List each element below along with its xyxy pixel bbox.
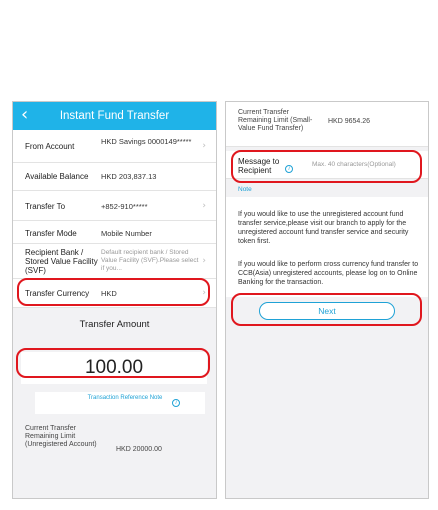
transfer-mode-value: Mobile Number bbox=[101, 229, 152, 238]
available-balance-row: Available Balance HKD 203,837.13 bbox=[13, 163, 216, 191]
transfer-to-label: Transfer To bbox=[25, 202, 66, 211]
transaction-reference-label: Transaction Reference Note bbox=[87, 395, 163, 401]
from-account-label: From Account bbox=[25, 142, 75, 151]
message-row[interactable]: Message to Recipient i Max. 40 character… bbox=[226, 151, 428, 179]
recipient-bank-select[interactable]: Default recipient bank / Stored Value Fa… bbox=[101, 249, 201, 273]
unregistered-limit-value: HKD 20000.00 bbox=[116, 446, 162, 453]
unregistered-limit-label: Current Transfer Remaining Limit (Unregi… bbox=[25, 425, 97, 448]
right-screen: Current Transfer Remaining Limit (Small-… bbox=[225, 101, 429, 499]
transfer-to-value: +852-910***** bbox=[101, 202, 148, 211]
left-screen: ‹ Instant Fund Transfer From Account HKD… bbox=[12, 101, 217, 499]
back-chevron-icon[interactable]: ‹ bbox=[21, 105, 28, 125]
info-icon[interactable]: i bbox=[285, 165, 293, 173]
note-paragraph-2: If you would like to perform cross curre… bbox=[238, 261, 419, 286]
note-heading: Note bbox=[238, 186, 252, 193]
message-input[interactable]: Max. 40 characters(Optional) bbox=[312, 161, 396, 169]
transaction-reference-field[interactable]: Transaction Reference Note i bbox=[35, 392, 205, 414]
svf-limit-label: Current Transfer Remaining Limit (Small-… bbox=[238, 109, 313, 132]
from-account-row[interactable]: From Account HKD Savings 0000149***** › bbox=[13, 130, 216, 163]
transfer-mode-row: Transfer Mode Mobile Number bbox=[13, 221, 216, 244]
chevron-right-icon: › bbox=[202, 201, 206, 211]
message-label: Message to Recipient bbox=[238, 157, 280, 175]
chevron-right-icon: › bbox=[202, 141, 206, 151]
transfer-to-row[interactable]: Transfer To +852-910***** › bbox=[13, 191, 216, 221]
available-balance-value: HKD 203,837.13 bbox=[101, 172, 157, 181]
transfer-currency-row[interactable]: Transfer Currency HKD › bbox=[13, 279, 216, 308]
chevron-right-icon: › bbox=[202, 256, 206, 266]
transfer-amount-input[interactable]: 100.00 bbox=[21, 352, 207, 384]
info-icon[interactable]: i bbox=[172, 399, 180, 407]
next-button[interactable]: Next bbox=[259, 302, 395, 320]
available-balance-label: Available Balance bbox=[25, 172, 89, 181]
note-paragraph-1: If you would like to use the unregistere… bbox=[238, 211, 409, 245]
transfer-amount-label: Transfer Amount bbox=[79, 319, 150, 330]
from-account-value: HKD Savings 0000149***** bbox=[101, 137, 192, 146]
header-bar: ‹ Instant Fund Transfer bbox=[13, 102, 216, 130]
page-title: Instant Fund Transfer bbox=[59, 110, 170, 122]
svf-limit-value: HKD 9654.26 bbox=[328, 118, 371, 125]
recipient-bank-label: Recipient Bank / Stored Value Facility (… bbox=[25, 248, 98, 275]
transfer-mode-label: Transfer Mode bbox=[25, 229, 77, 238]
transfer-currency-value: HKD bbox=[101, 289, 117, 298]
transfer-currency-label: Transfer Currency bbox=[25, 289, 90, 298]
svf-limit-row: Current Transfer Remaining Limit (Small-… bbox=[226, 102, 428, 147]
recipient-bank-row[interactable]: Recipient Bank / Stored Value Facility (… bbox=[13, 244, 216, 279]
chevron-right-icon: › bbox=[202, 288, 206, 298]
